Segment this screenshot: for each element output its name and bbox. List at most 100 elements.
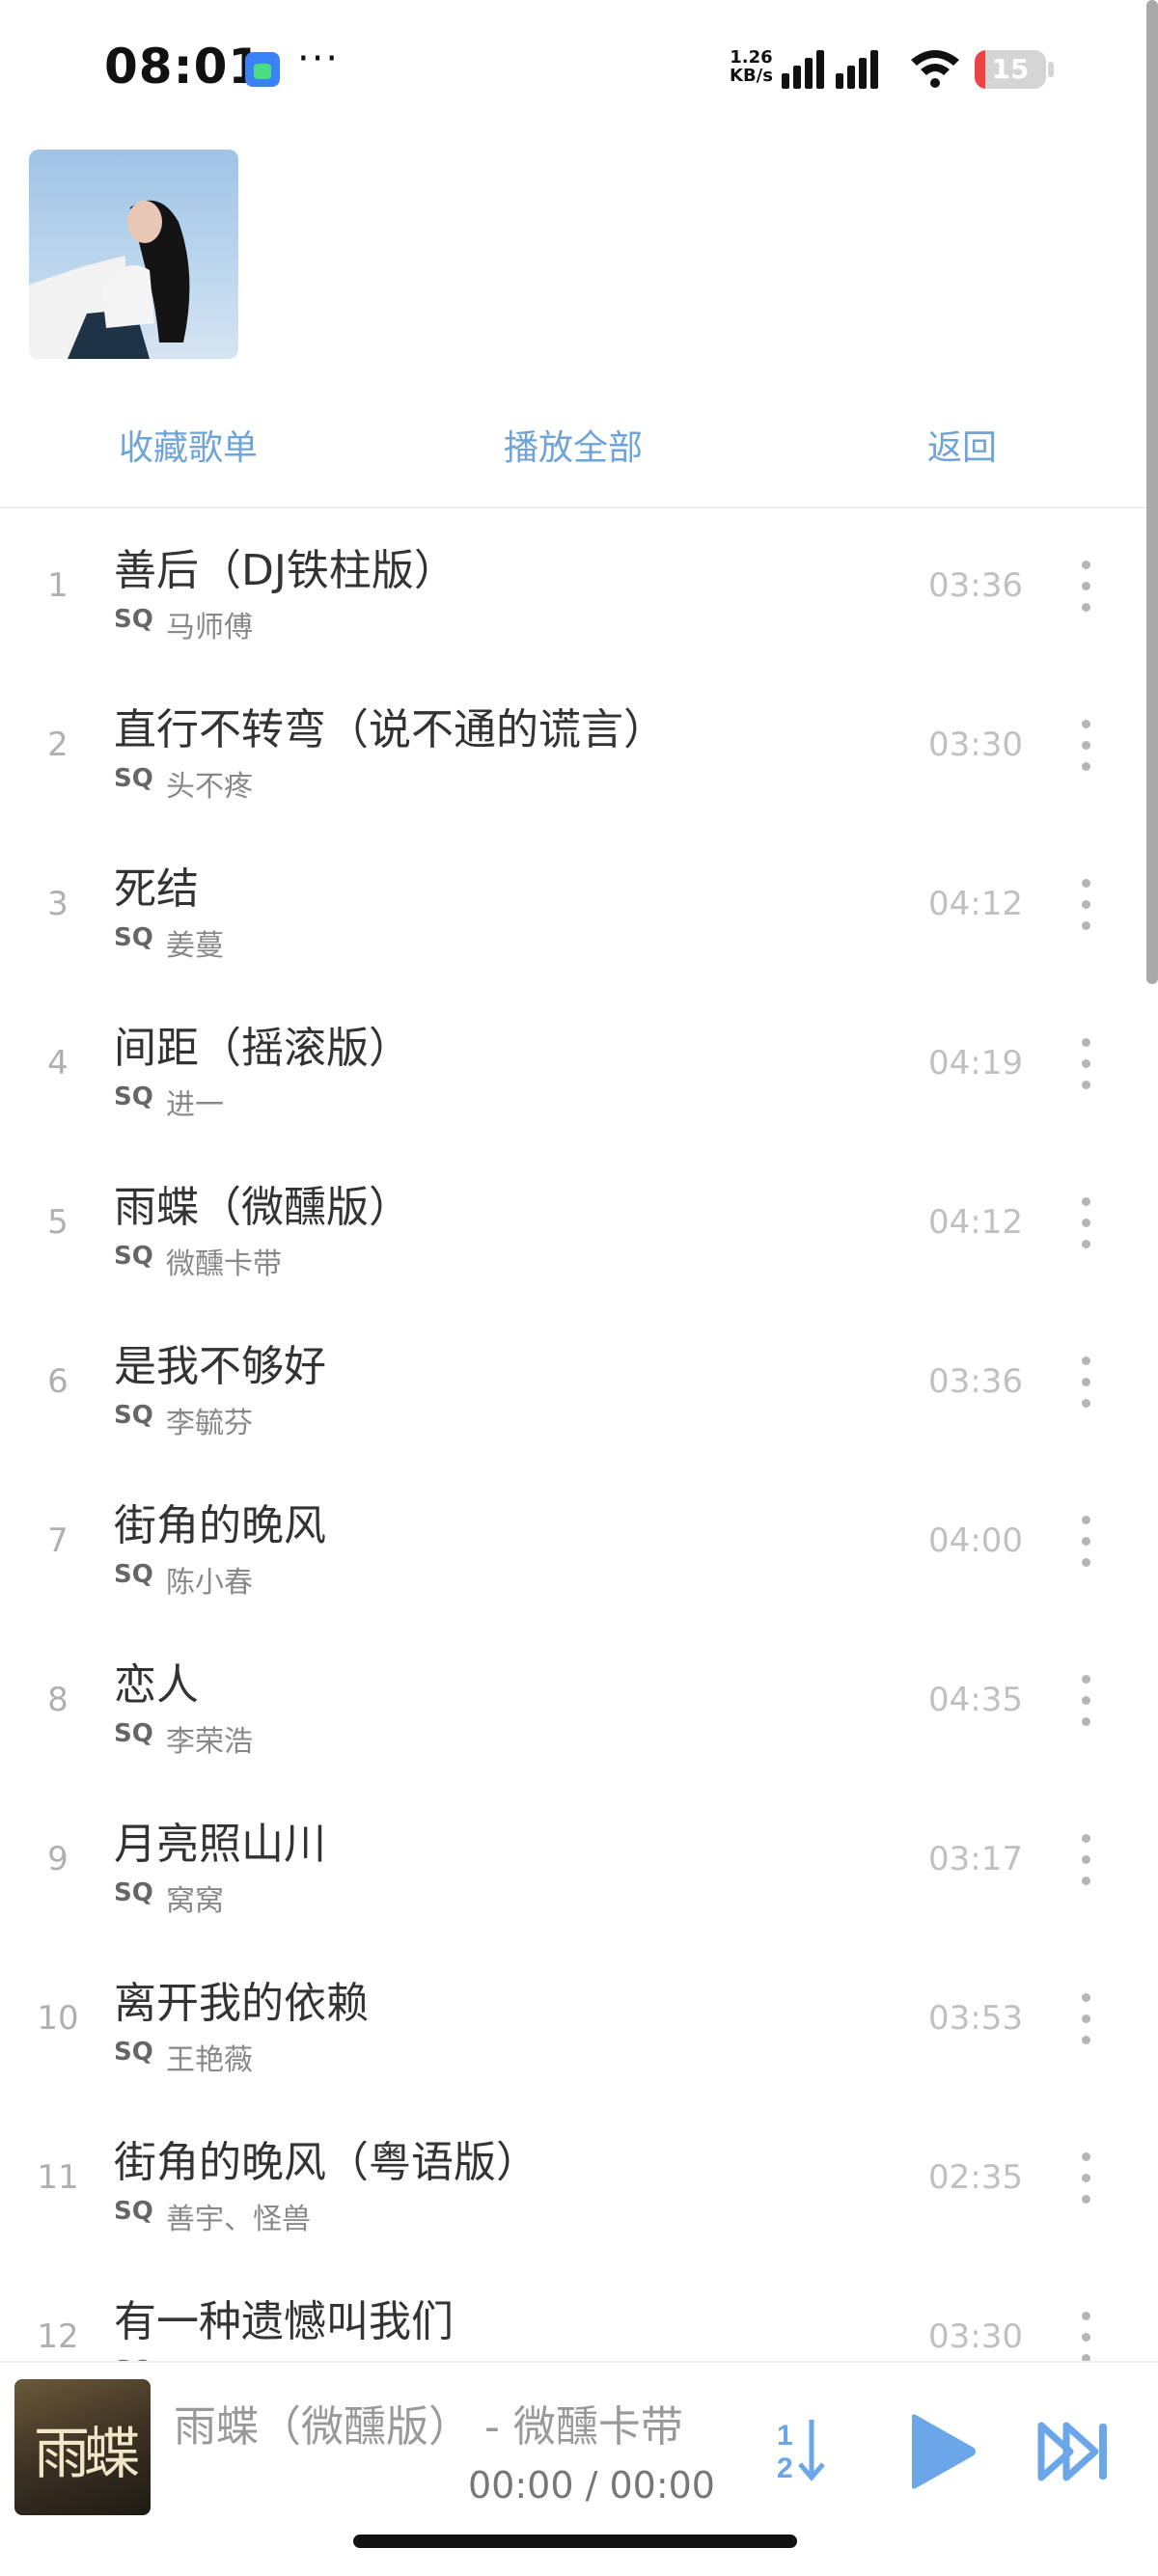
song-title: 离开我的依赖 <box>114 1979 369 2028</box>
song-row[interactable]: 1 善后（DJ铁柱版） SQ 马师傅 03:36 <box>0 508 1148 668</box>
more-options-icon[interactable] <box>1071 1826 1100 1894</box>
battery-level: 15 <box>991 53 1030 85</box>
song-artist: 马师傅 <box>166 611 253 644</box>
play-icon[interactable] <box>902 2413 979 2490</box>
song-row[interactable]: 5 雨蝶（微醺版） SQ 微醺卡带 04:12 <box>0 1145 1148 1304</box>
song-duration: 04:35 <box>928 1681 1023 1719</box>
song-duration: 03:30 <box>928 2317 1023 2356</box>
song-artist: 姜蔓 <box>166 929 224 963</box>
song-index: 11 <box>37 2158 79 2197</box>
more-options-icon[interactable] <box>1071 1190 1100 1257</box>
more-options-icon[interactable] <box>1071 871 1100 939</box>
song-duration: 03:36 <box>928 1362 1023 1401</box>
song-index: 8 <box>47 1681 69 1719</box>
song-duration: 04:12 <box>928 885 1023 923</box>
favorite-playlist-button[interactable]: 收藏歌单 <box>119 420 258 470</box>
quality-badge: SQ <box>114 923 153 952</box>
song-index: 4 <box>47 1044 69 1082</box>
song-title: 善后（DJ铁柱版） <box>114 546 456 595</box>
network-speed-value: 1.26 <box>730 47 773 68</box>
playback-time: 00:00 / 00:00 <box>468 2464 715 2507</box>
song-index: 12 <box>37 2317 79 2356</box>
more-options-icon[interactable] <box>1071 2304 1100 2361</box>
song-artist: 进一 <box>166 1088 224 1122</box>
song-title: 街角的晚风 <box>114 1501 326 1550</box>
song-title: 有一种遗憾叫我们 <box>114 2297 454 2346</box>
playlist-cover-image <box>29 150 238 359</box>
song-artist: 善宇、怪兽 <box>166 2203 311 2236</box>
play-all-button[interactable]: 播放全部 <box>504 420 643 470</box>
sequential-order-icon[interactable]: 1 2 <box>777 2416 835 2483</box>
battery-tip <box>1048 62 1054 77</box>
song-row[interactable]: 6 是我不够好 SQ 李毓芬 03:36 <box>0 1304 1148 1464</box>
song-artist: 微醺卡带 <box>166 1247 282 1281</box>
more-options-icon[interactable] <box>1071 1986 1100 2053</box>
song-title: 间距（摇滚版） <box>114 1024 411 1073</box>
song-title: 街角的晚风（粤语版） <box>114 2138 538 2187</box>
scrollbar[interactable] <box>1146 0 1158 984</box>
wifi-icon <box>911 50 959 88</box>
song-row[interactable]: 4 间距（摇滚版） SQ 进一 04:19 <box>0 986 1148 1145</box>
song-row[interactable]: 9 月亮照山川 SQ 窝窝 03:17 <box>0 1782 1148 1941</box>
song-duration: 03:30 <box>928 726 1023 764</box>
song-duration: 03:36 <box>928 566 1023 605</box>
home-indicator[interactable] <box>353 2535 797 2548</box>
more-options-icon[interactable] <box>1071 1349 1100 1416</box>
quality-badge: SQ <box>114 2197 153 2226</box>
song-row[interactable]: 3 死结 SQ 姜蔓 04:12 <box>0 827 1148 986</box>
song-artist: 头不疼 <box>166 770 253 804</box>
song-title: 是我不够好 <box>114 1342 326 1391</box>
song-duration: 03:53 <box>928 1999 1023 2038</box>
more-options-icon[interactable] <box>1071 1030 1100 1098</box>
song-row[interactable]: 10 离开我的依赖 SQ 王艳薇 03:53 <box>0 1941 1148 2100</box>
song-index: 9 <box>47 1840 69 1878</box>
song-duration: 04:00 <box>928 1521 1023 1560</box>
song-duration: 02:35 <box>928 2158 1023 2197</box>
now-playing-cover[interactable]: 雨蝶 <box>14 2379 151 2515</box>
network-speed: 1.26 KB/s <box>730 48 773 85</box>
song-row[interactable]: 7 街角的晚风 SQ 陈小春 04:00 <box>0 1464 1148 1623</box>
song-title: 直行不转弯（说不通的谎言） <box>114 705 666 754</box>
more-options-icon[interactable] <box>1071 2145 1100 2212</box>
skip-next-icon[interactable] <box>1037 2418 1113 2485</box>
more-options-icon[interactable] <box>1071 553 1100 620</box>
quality-badge: SQ <box>114 1878 153 1907</box>
quality-badge: SQ <box>114 1719 153 1748</box>
more-options-icon[interactable] <box>1071 1508 1100 1576</box>
song-duration: 03:17 <box>928 1840 1023 1878</box>
song-artist: 王艳薇 <box>166 2043 253 2077</box>
song-index: 6 <box>47 1362 69 1401</box>
svg-text:2: 2 <box>777 2453 793 2483</box>
song-title: 月亮照山川 <box>114 1820 326 1869</box>
song-index: 1 <box>47 566 69 605</box>
more-notifications-icon: ··· <box>297 37 341 81</box>
quality-badge: SQ <box>114 1082 153 1111</box>
song-row[interactable]: 12有一种遗憾叫我们SQ03:30 <box>0 2260 1148 2361</box>
song-artist: 李毓芬 <box>166 1407 253 1440</box>
network-speed-unit: KB/s <box>730 66 773 86</box>
quality-badge: SQ <box>114 2038 153 2067</box>
now-playing-cover-text: 雨蝶 <box>34 2421 140 2486</box>
more-options-icon[interactable] <box>1071 1667 1100 1735</box>
song-title: 雨蝶（微醺版） <box>114 1183 411 1232</box>
cover-illustration <box>29 200 190 359</box>
app-notification-icon <box>245 52 280 87</box>
song-row[interactable]: 8 恋人 SQ 李荣浩 04:35 <box>0 1623 1148 1782</box>
song-duration: 04:19 <box>928 1044 1023 1082</box>
back-button[interactable]: 返回 <box>927 420 997 470</box>
cellular-signal-icon <box>782 50 878 89</box>
quality-badge: SQ <box>114 764 153 793</box>
song-row[interactable]: 11 街角的晚风（粤语版） SQ 善宇、怪兽 02:35 <box>0 2100 1148 2260</box>
song-artist: 窝窝 <box>166 1884 224 1918</box>
now-playing-title[interactable]: 雨蝶（微醺版） - 微醺卡带 <box>174 2392 683 2453</box>
song-duration: 04:12 <box>928 1203 1023 1242</box>
quality-badge: SQ <box>114 1560 153 1589</box>
playlist-actions: 收藏歌单 播放全部 返回 <box>0 410 1158 482</box>
svg-text:1: 1 <box>777 2420 793 2452</box>
song-index: 10 <box>37 1999 79 2038</box>
more-options-icon[interactable] <box>1071 712 1100 780</box>
song-artist: 陈小春 <box>166 1566 253 1600</box>
song-row[interactable]: 2 直行不转弯（说不通的谎言） SQ 头不疼 03:30 <box>0 668 1148 827</box>
battery-icon: 15 <box>975 50 1046 89</box>
quality-badge: SQ <box>114 605 153 634</box>
